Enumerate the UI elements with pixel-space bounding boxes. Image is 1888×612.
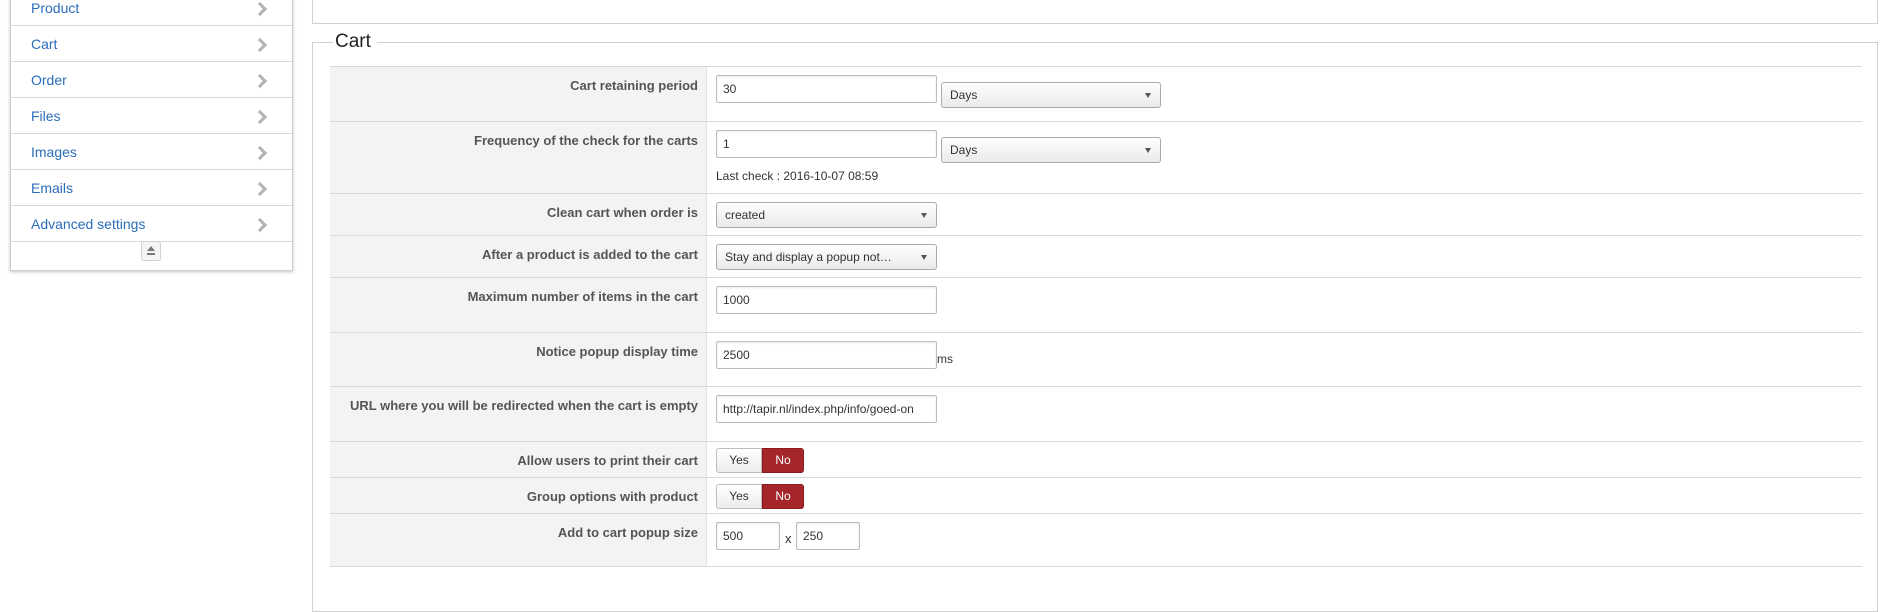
- sidebar-item-label: Images: [31, 144, 77, 160]
- row-max-items: Maximum number of items in the cart: [330, 277, 1862, 332]
- row-empty-cart-url: URL where you will be redirected when th…: [330, 386, 1862, 441]
- row-cart-retaining-period: Cart retaining period Days: [330, 66, 1862, 121]
- previous-section-panel: [312, 0, 1878, 24]
- field-label: Add to cart popup size: [557, 525, 698, 540]
- collapse-sidebar-button[interactable]: [141, 241, 161, 261]
- row-group-options: Group options with product Yes No: [330, 477, 1862, 513]
- chevron-right-icon: [255, 62, 265, 99]
- no-button[interactable]: No: [762, 448, 804, 473]
- no-button[interactable]: No: [762, 484, 804, 509]
- row-after-add: After a product is added to the cart Sta…: [330, 235, 1862, 277]
- chevron-right-icon: [255, 98, 265, 135]
- size-separator: x: [785, 531, 792, 546]
- sidebar-item-order[interactable]: Order: [11, 62, 292, 98]
- select-value: Days: [950, 88, 978, 102]
- row-check-frequency: Frequency of the check for the carts Day…: [330, 121, 1862, 193]
- max-items-input[interactable]: [716, 286, 937, 314]
- field-label: Group options with product: [526, 489, 698, 504]
- check-frequency-unit-select[interactable]: Days: [941, 137, 1161, 163]
- row-clean-cart: Clean cart when order is created: [330, 193, 1862, 235]
- select-value: Days: [950, 143, 978, 157]
- sidebar-item-product[interactable]: Product: [11, 0, 292, 26]
- field-label: After a product is added to the cart: [482, 247, 698, 262]
- sidebar-item-label: Order: [31, 72, 67, 88]
- after-add-select[interactable]: Stay and display a popup not…: [716, 244, 937, 270]
- sidebar-item-cart[interactable]: Cart: [11, 26, 292, 62]
- clean-cart-select[interactable]: created: [716, 202, 937, 228]
- collapse-icon: [146, 246, 156, 256]
- retaining-period-input[interactable]: [716, 75, 937, 103]
- sidebar-footer: [11, 235, 292, 270]
- field-label: Maximum number of items in the cart: [467, 289, 698, 304]
- check-frequency-input[interactable]: [716, 130, 937, 158]
- group-options-toggle: Yes No: [716, 484, 804, 509]
- row-popup-size: Add to cart popup size x: [330, 513, 1862, 567]
- dropdown-arrow-icon: [1145, 148, 1151, 153]
- field-label: Notice popup display time: [536, 344, 698, 359]
- popup-time-input[interactable]: [716, 341, 937, 369]
- sidebar-item-emails[interactable]: Emails: [11, 170, 292, 206]
- chevron-right-icon: [255, 134, 265, 171]
- retaining-period-unit-select[interactable]: Days: [941, 82, 1161, 108]
- sidebar-item-label: Product: [31, 0, 80, 16]
- select-value: Stay and display a popup not…: [725, 250, 892, 264]
- popup-width-input[interactable]: [716, 522, 780, 550]
- sidebar-menu: Product Cart Order Files Images Emails A…: [10, 0, 293, 271]
- print-cart-toggle: Yes No: [716, 448, 804, 473]
- yes-button[interactable]: Yes: [716, 484, 762, 509]
- field-label: Cart retaining period: [570, 78, 698, 93]
- sidebar-item-label: Emails: [31, 180, 74, 196]
- dropdown-arrow-icon: [921, 213, 927, 218]
- chevron-right-icon: [255, 26, 265, 63]
- yes-button[interactable]: Yes: [716, 448, 762, 473]
- chevron-right-icon: [255, 0, 265, 27]
- popup-height-input[interactable]: [796, 522, 860, 550]
- sidebar-item-files[interactable]: Files: [11, 98, 292, 134]
- last-check-text: Last check : 2016-10-07 08:59: [716, 169, 879, 183]
- dropdown-arrow-icon: [1145, 93, 1151, 98]
- sidebar-item-images[interactable]: Images: [11, 134, 292, 170]
- row-print-cart: Allow users to print their cart Yes No: [330, 441, 1862, 477]
- field-label: Frequency of the check for the carts: [474, 133, 698, 148]
- field-label: Allow users to print their cart: [517, 453, 698, 468]
- row-popup-time: Notice popup display time ms: [330, 332, 1862, 386]
- field-label: Clean cart when order is: [547, 205, 698, 220]
- empty-cart-url-input[interactable]: [716, 395, 937, 423]
- sidebar-item-label: Advanced settings: [31, 216, 146, 232]
- section-title: Cart: [333, 31, 377, 53]
- select-value: created: [725, 208, 766, 222]
- popup-time-unit: ms: [937, 352, 953, 366]
- sidebar-item-label: Cart: [31, 36, 58, 52]
- chevron-right-icon: [255, 170, 265, 207]
- sidebar-item-label: Files: [31, 108, 61, 124]
- dropdown-arrow-icon: [921, 255, 927, 260]
- field-label: URL where you will be redirected when th…: [350, 398, 698, 413]
